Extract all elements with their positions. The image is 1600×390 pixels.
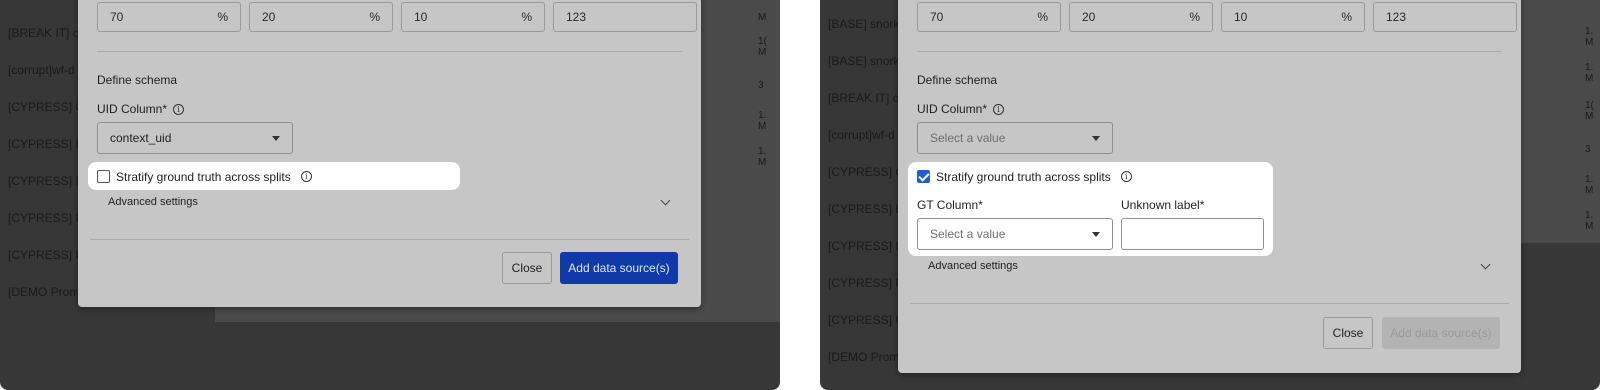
bg-list-item: [CYPRESS] IM <box>828 239 909 253</box>
info-icon[interactable]: i <box>993 104 1005 116</box>
caret-down-icon <box>1092 135 1100 141</box>
bg-cell: 1( M <box>758 36 767 58</box>
close-button[interactable]: Close <box>502 252 552 284</box>
bg-cell: 1. M <box>758 110 767 132</box>
unknown-label-label: Unknown label* <box>1121 198 1205 212</box>
uid-column-select[interactable]: context_uid <box>97 122 293 154</box>
bg-list-item: [CYPRESS] IM <box>8 174 89 188</box>
bg-list-item: [BREAK IT] co <box>8 26 86 40</box>
test-split-input[interactable]: 10% <box>1221 2 1365 32</box>
add-data-sources-button[interactable]: Add data source(s) <box>560 252 678 284</box>
info-icon[interactable]: i <box>300 171 312 183</box>
stratify-checkbox[interactable] <box>97 170 110 184</box>
bg-cell: 1. M <box>1585 26 1594 48</box>
close-button[interactable]: Close <box>1323 317 1373 349</box>
divider <box>917 51 1502 52</box>
add-data-sources-button[interactable]: Add data source(s) <box>1382 317 1500 349</box>
gt-column-label: GT Column* <box>917 198 983 212</box>
left-screenshot-panel: [BREAK IT] co [corrupt]wf-d [CYPRESS] C … <box>0 0 780 390</box>
bg-list-item: [BREAK IT] co <box>828 91 906 105</box>
bg-cell: 1. M <box>1585 174 1594 196</box>
bg-list-item: [CYPRESS] PI <box>828 276 907 290</box>
bg-list-item: [corrupt]wf-d <box>8 63 75 77</box>
bg-list-item: [DEMO Promp <box>8 285 87 299</box>
bg-list-item: [BASE] snorke <box>828 17 907 31</box>
stratify-label: Stratify ground truth across splits <box>936 169 1111 184</box>
bg-cell: 3 <box>1585 144 1591 155</box>
valid-split-input[interactable]: 20% <box>249 2 393 32</box>
bg-list-item: [CYPRESS] U <box>8 248 85 262</box>
info-icon[interactable]: i <box>1120 171 1132 183</box>
advanced-settings-toggle[interactable]: Advanced settings <box>928 259 1493 272</box>
chevron-down-icon <box>660 195 671 205</box>
valid-split-input[interactable]: 20% <box>1069 2 1213 32</box>
bg-list-item: [CYPRESS] C <box>8 100 85 114</box>
caret-down-icon <box>272 135 280 141</box>
divider <box>90 239 689 240</box>
stratify-checkbox[interactable] <box>917 170 930 184</box>
bg-list-item: [corrupt]wf-d <box>828 128 895 142</box>
bg-list-item: [CYPRESS] C <box>828 165 905 179</box>
train-split-input[interactable]: 70% <box>917 2 1061 32</box>
gt-column-select[interactable]: Select a value <box>917 218 1113 250</box>
bg-list-item: [BASE] snorke <box>828 54 907 68</box>
unknown-label-input[interactable] <box>1121 218 1264 250</box>
divider <box>910 303 1509 304</box>
uid-column-select[interactable]: Select a value <box>917 122 1113 154</box>
bg-list-item: [CYPRESS] PI <box>8 211 87 225</box>
chevron-down-icon <box>1480 259 1491 269</box>
info-icon[interactable]: i <box>173 104 185 116</box>
stratify-highlight: Stratify ground truth across splits i <box>88 162 460 190</box>
define-schema-heading: Define schema <box>97 73 178 87</box>
bg-cell: M <box>758 12 767 23</box>
split-percentages-row: 70% 20% 10% 123 <box>917 2 1517 32</box>
add-data-source-modal: 70% 20% 10% 123 Define schema UID Column… <box>78 0 701 307</box>
stratify-label: Stratify ground truth across splits <box>116 169 291 184</box>
bg-cell: 3 <box>758 80 764 91</box>
bg-cell: 1( M <box>1585 100 1594 122</box>
caret-down-icon <box>1092 231 1100 237</box>
right-screenshot-panel: [BASE] snorke [BASE] snorke [BREAK IT] c… <box>820 0 1600 390</box>
bg-list-item: [CYPRESS] H <box>828 202 905 216</box>
split-percentages-row: 70% 20% 10% 123 <box>97 2 697 32</box>
test-split-input[interactable]: 10% <box>401 2 545 32</box>
train-split-input[interactable]: 70% <box>97 2 241 32</box>
stratify-highlight: Stratify ground truth across splits i GT … <box>908 162 1273 256</box>
advanced-settings-toggle[interactable]: Advanced settings <box>108 195 673 208</box>
random-seed-input[interactable]: 123 <box>553 2 697 32</box>
divider <box>97 51 682 52</box>
uid-column-label: UID Column* i <box>917 102 1005 116</box>
bg-list-item: [CYPRESS] H <box>8 137 85 151</box>
bg-cell: 1. M <box>1585 210 1594 232</box>
bg-list-item: [DEMO Promp <box>828 350 907 364</box>
random-seed-input[interactable]: 123 <box>1373 2 1517 32</box>
uid-column-label: UID Column* i <box>97 102 185 116</box>
bg-cell: 1. M <box>1585 62 1594 84</box>
define-schema-heading: Define schema <box>917 73 998 87</box>
bg-cell: 1. M <box>758 146 767 168</box>
bg-list-item: [CYPRESS] U <box>828 313 905 327</box>
